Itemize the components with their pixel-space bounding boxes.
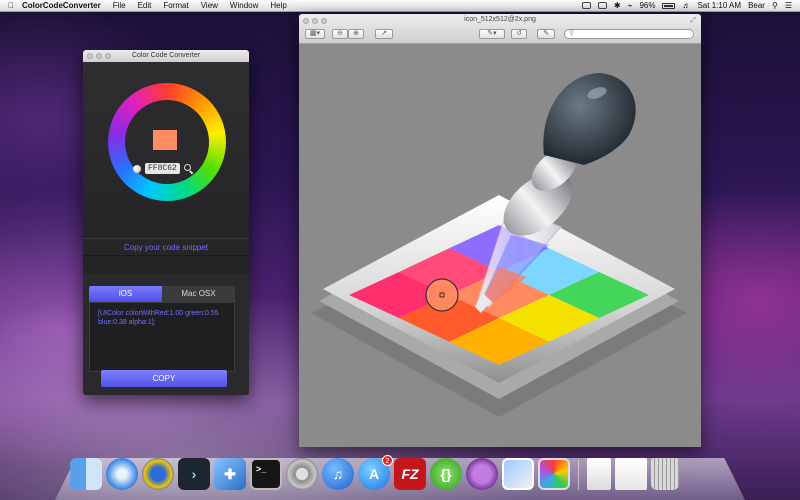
clock[interactable]: Sat 1:10 AM xyxy=(697,1,741,10)
copy-button[interactable]: COPY xyxy=(101,370,227,387)
menu-format[interactable]: Format xyxy=(163,1,188,10)
tab-ios[interactable]: iOS xyxy=(89,286,162,302)
app-icon-image xyxy=(311,73,687,417)
safari-icon[interactable] xyxy=(106,458,138,490)
zoom-out-button[interactable]: ⊖ xyxy=(332,29,348,39)
textwrangler-icon[interactable] xyxy=(142,458,174,490)
code-snippet[interactable]: [UIColor colorWithRed:1.00 green:0.55 bl… xyxy=(89,302,235,372)
user-menu[interactable]: Bear xyxy=(748,1,765,10)
search-input[interactable]: ⚲ xyxy=(564,29,694,39)
trash-icon[interactable] xyxy=(651,458,679,490)
image-canvas xyxy=(299,45,701,447)
zoom-button[interactable] xyxy=(105,53,111,59)
loupe-circle xyxy=(425,278,459,312)
filezilla-icon[interactable]: FZ xyxy=(394,458,426,490)
window-controls xyxy=(87,53,111,59)
json-label: {} xyxy=(440,466,452,482)
hex-row: FF8C62 xyxy=(133,163,193,174)
terminal-icon[interactable]: >_ xyxy=(250,458,282,490)
system-preferences-icon[interactable] xyxy=(286,458,318,490)
itunes-icon[interactable]: ♫ xyxy=(322,458,354,490)
preview-window: icon_512x512@2x.png ⤢ ▦▾ ⊖ ⊕ ↗ ✎▾ ↺ ✎ ⚲ xyxy=(299,14,701,447)
xcode-dash-icon[interactable]: › xyxy=(178,458,210,490)
status-area: ✱ ⌁ 96% ♬ Sat 1:10 AM Bear ⚲ ☰ xyxy=(581,1,800,10)
json-editor-icon[interactable]: {} xyxy=(430,458,462,490)
fullscreen-icon[interactable]: ⤢ xyxy=(690,17,696,25)
menu-help[interactable]: Help xyxy=(270,1,286,10)
wifi-icon[interactable]: ⌁ xyxy=(628,1,633,10)
close-button[interactable] xyxy=(87,53,93,59)
battery-icon[interactable] xyxy=(662,2,676,9)
menu-bar:  ColorCodeConverter File Edit Format Vi… xyxy=(0,0,800,12)
menu-window[interactable]: Window xyxy=(230,1,258,10)
menu-view[interactable]: View xyxy=(201,1,218,10)
notification-center-icon[interactable]: ☰ xyxy=(785,1,792,10)
share-button[interactable]: ↗ xyxy=(375,29,393,39)
github-icon[interactable] xyxy=(466,458,498,490)
platform-tabs: iOS Mac OSX xyxy=(89,286,235,302)
converter-titlebar[interactable]: Color Code Converter xyxy=(83,50,249,62)
volume-icon[interactable]: ♬ xyxy=(682,1,690,10)
dock: › ✚ >_ ♫ A 2 FZ {} xyxy=(70,454,679,490)
edit-toolbar-button[interactable]: ✎ xyxy=(537,29,555,39)
app-store-icon[interactable]: A 2 xyxy=(358,455,393,490)
apple-menu-icon[interactable]:  xyxy=(0,1,22,10)
dock-separator xyxy=(578,460,579,490)
color-code-converter-icon[interactable] xyxy=(538,458,570,490)
document-icon[interactable] xyxy=(615,458,647,490)
annotate-button[interactable]: ✎▾ xyxy=(479,29,505,39)
eyedropper-search-icon[interactable] xyxy=(183,164,193,173)
hex-input[interactable]: FF8C62 xyxy=(145,163,180,174)
copy-hint: Copy your code snippet xyxy=(83,238,249,256)
preview-title: icon_512x512@2x.png xyxy=(464,16,536,23)
finder-icon[interactable] xyxy=(70,458,102,490)
picker-area: FF8C62 Copy your code snippet xyxy=(83,62,249,274)
converter-window: Color Code Converter FF8C62 Copy your co… xyxy=(83,50,249,395)
xcode-icon[interactable]: ✚ xyxy=(214,458,246,490)
color-preview-dot[interactable] xyxy=(133,164,141,173)
zoom-in-button[interactable]: ⊕ xyxy=(348,29,364,39)
search-icon: ⚲ xyxy=(569,30,575,37)
code-panel: iOS Mac OSX [UIColor colorWithRed:1.00 g… xyxy=(83,274,249,395)
app-menu[interactable]: ColorCodeConverter xyxy=(22,1,101,10)
rotate-button[interactable]: ↺ xyxy=(511,29,527,39)
filezilla-label: FZ xyxy=(401,466,419,482)
sidebar-toggle-button[interactable]: ▦▾ xyxy=(305,29,325,39)
menu-file[interactable]: File xyxy=(113,1,126,10)
status-app-icon[interactable] xyxy=(581,2,591,9)
zip-archive-icon[interactable] xyxy=(587,458,611,490)
spotlight-icon[interactable]: ⚲ xyxy=(772,1,778,10)
bluetooth-icon[interactable]: ✱ xyxy=(614,1,621,10)
app-store-badge: 2 xyxy=(382,455,393,466)
window-title: Color Code Converter xyxy=(131,52,201,59)
battery-percent[interactable]: 96% xyxy=(639,1,655,10)
preview-titlebar[interactable]: icon_512x512@2x.png ⤢ ▦▾ ⊖ ⊕ ↗ ✎▾ ↺ ✎ ⚲ xyxy=(299,14,701,44)
menu-edit[interactable]: Edit xyxy=(138,1,152,10)
color-swatch xyxy=(153,130,177,150)
preview-icon[interactable] xyxy=(502,458,534,490)
minimize-button[interactable] xyxy=(96,53,102,59)
time-machine-icon[interactable] xyxy=(597,2,607,9)
tab-mac-osx[interactable]: Mac OSX xyxy=(162,286,235,302)
